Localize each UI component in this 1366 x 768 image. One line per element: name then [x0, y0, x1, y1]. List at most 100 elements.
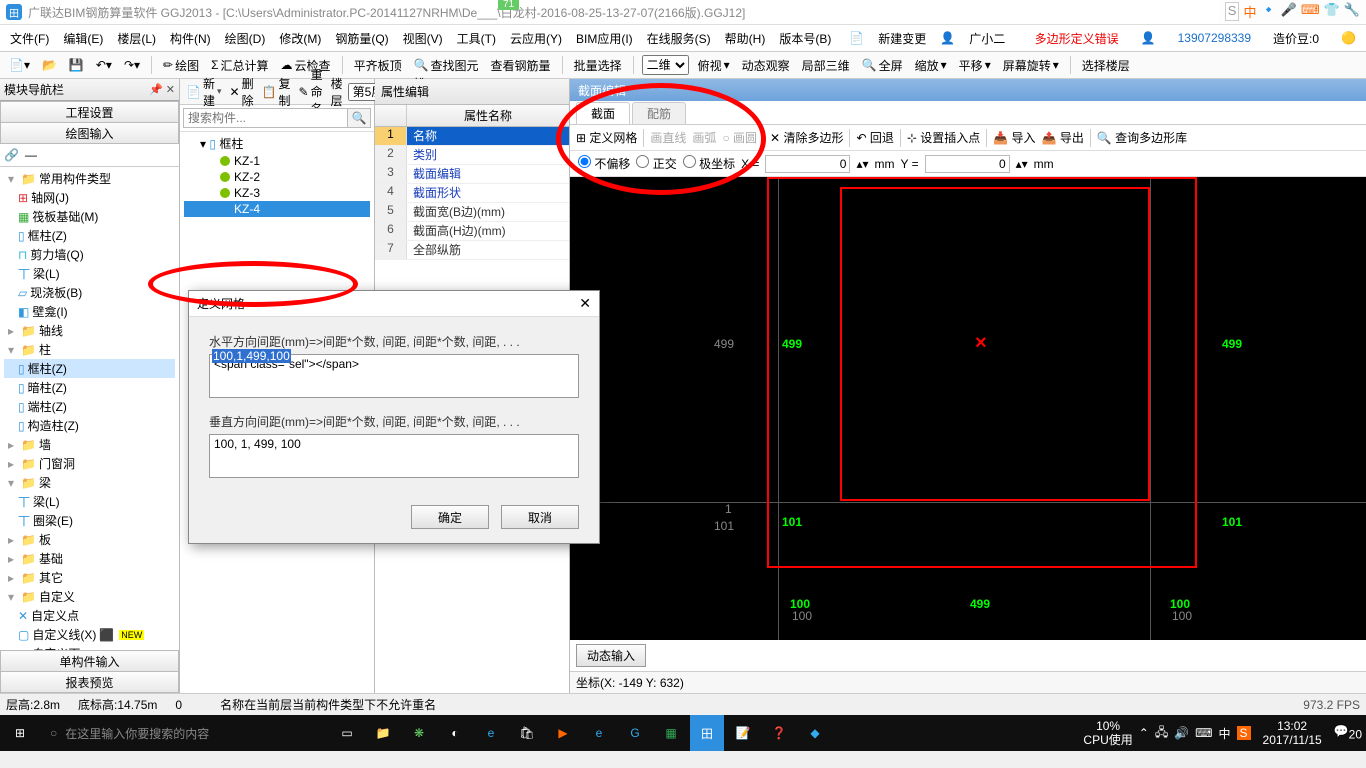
excel-icon[interactable]: ▦ — [654, 715, 688, 751]
player-icon[interactable]: ▶ — [546, 715, 580, 751]
define-grid-button[interactable]: ⊞ 定义网格 — [576, 129, 637, 146]
app4-icon[interactable]: ◆ — [798, 715, 832, 751]
dyn-view-button[interactable]: 动态观察 — [739, 56, 793, 75]
draw-arc-button[interactable]: 画弧 — [692, 129, 716, 146]
clear-poly-button[interactable]: ✕ 清除多边形 — [770, 129, 843, 146]
menu-bim[interactable]: BIM应用(I) — [570, 28, 639, 49]
offset-none[interactable]: 不偏移 — [578, 155, 630, 172]
menu-floor[interactable]: 楼层(L) — [111, 28, 162, 49]
explorer-icon[interactable]: 📁 — [366, 715, 400, 751]
menu-rebar[interactable]: 钢筋量(Q) — [329, 28, 394, 49]
menu-help[interactable]: 帮助(H) — [719, 28, 772, 49]
menu-cloud[interactable]: 云应用(Y) — [504, 28, 568, 49]
start-button[interactable]: ⊞ — [0, 715, 40, 751]
export-button[interactable]: 📤 导出 — [1042, 129, 1084, 146]
batch-button[interactable]: 批量选择 — [571, 56, 625, 75]
app3-icon[interactable]: G — [618, 715, 652, 751]
clock[interactable]: 13:022017/11/15 — [1257, 719, 1328, 748]
kz-tree[interactable]: ▾ ▯ 框柱 KZ-1 KZ-2 KZ-3 KZ-4 — [180, 132, 374, 219]
new-file-icon[interactable]: 📄▾ — [6, 57, 33, 73]
offset-polar[interactable]: 极坐标 — [683, 155, 735, 172]
fullscreen-button[interactable]: 🔍 全屏 — [859, 56, 906, 75]
search-icon[interactable]: 🔍 — [348, 108, 371, 128]
cad-canvas[interactable]: × 499 499 101 101 100 499 100 1 101 499 … — [570, 177, 1366, 640]
update-badge[interactable]: 71 — [498, 0, 519, 10]
menu-file[interactable]: 文件(F) — [4, 28, 55, 49]
menu-tools[interactable]: 工具(T) — [451, 28, 502, 49]
tab-section[interactable]: 截面 — [576, 102, 630, 124]
app2-icon[interactable]: ◐ — [438, 715, 472, 751]
help-icon[interactable]: ❓ — [762, 715, 796, 751]
menu-view[interactable]: 视图(V) — [397, 28, 449, 49]
ime-bar[interactable]: S 中🔹🎤⌨👕🔧 — [1219, 0, 1366, 23]
dialog-close-icon[interactable]: ✕ — [579, 295, 591, 312]
view-rebar-button[interactable]: 查看钢筋量 — [488, 56, 554, 75]
tab-rebar[interactable]: 配筋 — [632, 102, 686, 124]
find-button[interactable]: 🔍 查找图元 — [411, 56, 482, 75]
tray-sogou-icon[interactable]: S — [1237, 726, 1251, 740]
tray-vol-icon[interactable]: 🔊 — [1174, 726, 1189, 740]
y-input[interactable] — [925, 155, 1010, 173]
open-icon[interactable]: 📂 — [39, 57, 60, 73]
new-change-button[interactable]: 新建变更 — [872, 28, 932, 49]
menu-edit[interactable]: 编辑(E) — [57, 28, 109, 49]
cancel-button[interactable]: 取消 — [501, 505, 579, 529]
menu-draw[interactable]: 绘图(D) — [219, 28, 272, 49]
redo-icon[interactable]: ↷▾ — [121, 57, 143, 73]
ok-button[interactable]: 确定 — [411, 505, 489, 529]
ie-icon[interactable]: e — [582, 715, 616, 751]
tab-project-settings[interactable]: 工程设置 — [0, 101, 179, 123]
tab-report[interactable]: 报表预览 — [0, 671, 179, 693]
menu-online[interactable]: 在线服务(S) — [641, 28, 717, 49]
tray-up-icon[interactable]: ⌃ — [1139, 726, 1149, 740]
task-view-icon[interactable]: ▭ — [330, 715, 364, 751]
flat-button[interactable]: 平齐板顶 — [351, 56, 405, 75]
rotate-button[interactable]: 屏幕旋转▾ — [1000, 56, 1062, 75]
component-tree[interactable]: ▾📁常用构件类型 ⊞轴网(J) ▦筏板基础(M) ▯框柱(Z) ⊓剪力墙(Q) … — [0, 167, 179, 651]
zoom-button[interactable]: 缩放▾ — [912, 56, 950, 75]
avatar-name[interactable]: 广小二 — [963, 28, 1011, 49]
dyn-input-button[interactable]: 动态输入 — [576, 644, 646, 667]
title-text: 广联达BIM钢筋算量软件 GGJ2013 - [C:\Users\Adminis… — [28, 4, 745, 21]
insert-point-button[interactable]: ⊹ 设置插入点 — [907, 129, 980, 146]
link-icon[interactable]: 🔗 — [4, 148, 19, 162]
menu-modify[interactable]: 修改(M) — [273, 28, 327, 49]
x-input[interactable] — [765, 155, 850, 173]
tray-lang-icon[interactable]: 中 — [1218, 725, 1230, 742]
taskbar-search[interactable]: ○ 在这里输入你要搜索的内容 — [40, 722, 330, 745]
notif-icon[interactable]: 💬20 — [1334, 724, 1362, 741]
draw-line-button[interactable]: 画直线 — [650, 129, 686, 146]
import-button[interactable]: 📥 导入 — [993, 129, 1035, 146]
tab-single[interactable]: 单构件输入 — [0, 650, 179, 672]
store-icon[interactable]: 🛍 — [510, 715, 544, 751]
prop-table[interactable]: 1名称 2类别 3截面编辑 4截面形状 5截面宽(B边)(mm) 6截面高(H边… — [375, 127, 569, 260]
unlink-icon[interactable]: — — [25, 148, 37, 162]
user-phone[interactable]: 13907298339 — [1172, 29, 1257, 47]
ggj-icon[interactable]: 田 — [690, 715, 724, 751]
app1-icon[interactable]: ❋ — [402, 715, 436, 751]
tab-draw-input[interactable]: 绘图输入 — [0, 122, 179, 144]
undo-button[interactable]: ↶ 回退 — [856, 129, 893, 146]
note-icon[interactable]: 📝 — [726, 715, 760, 751]
menu-component[interactable]: 构件(N) — [164, 28, 217, 49]
pin-icon[interactable]: 📌 ✕ — [149, 83, 175, 96]
undo-icon[interactable]: ↶▾ — [93, 57, 115, 73]
v-input[interactable]: 100, 1, 499, 100 — [209, 434, 579, 478]
offset-orth[interactable]: 正交 — [636, 155, 676, 172]
draw-button[interactable]: ✏ 绘图 — [160, 56, 202, 75]
pan-button[interactable]: 平移▾ — [956, 56, 994, 75]
search-input[interactable] — [183, 108, 348, 128]
dim-select[interactable]: 二维 — [642, 55, 689, 75]
local3d-button[interactable]: 局部三维 — [799, 56, 853, 75]
draw-circle-button[interactable]: ○ 画圆 — [722, 129, 757, 146]
select-floor-button[interactable]: 选择楼层 — [1079, 56, 1133, 75]
edge-icon[interactable]: e — [474, 715, 508, 751]
tray-net-icon[interactable]: 🖧 — [1155, 723, 1168, 744]
save-icon[interactable]: 💾 — [66, 57, 87, 73]
top-view-button[interactable]: 俯视▾ — [695, 56, 733, 75]
lib-button[interactable]: 🔍 查询多边形库 — [1097, 129, 1187, 146]
sum-button[interactable]: Σ 汇总计算 — [208, 56, 271, 75]
menu-version[interactable]: 版本号(B) — [773, 28, 837, 49]
coord-status: 坐标(X: -149 Y: 632) — [576, 674, 684, 691]
tray-ime-icon[interactable]: ⌨ — [1195, 726, 1212, 740]
